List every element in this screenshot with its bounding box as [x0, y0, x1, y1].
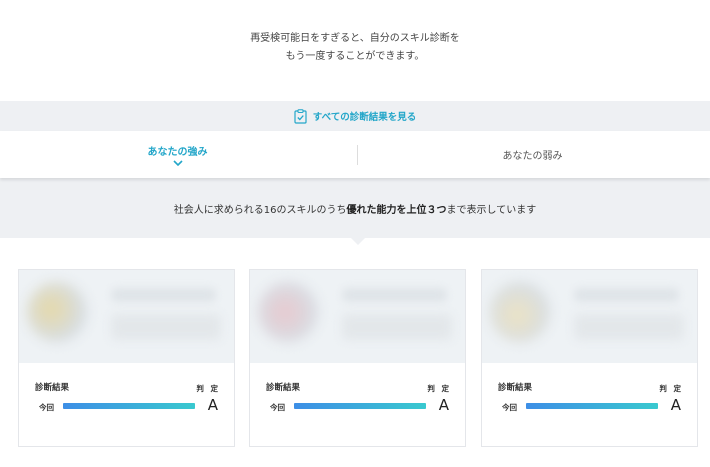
- description-bold: 優れた能力を上位３つ: [346, 204, 447, 216]
- intro-text: 再受検可能日をすぎると、自分のスキル診断を もう一度することができます。: [0, 30, 710, 66]
- skill-illustration: [490, 282, 550, 342]
- skill-text-blurred: [111, 314, 221, 340]
- grade-value: A: [670, 396, 681, 414]
- now-label: 今回: [39, 403, 54, 412]
- skill-card[interactable]: 診断結果 判 定 今回 A: [249, 269, 466, 447]
- description-band: 社会人に求められる16のスキルのうち優れた能力を上位３つまで表示しています: [0, 178, 710, 238]
- strength-weakness-tabs: あなたの強み あなたの弱み: [0, 131, 710, 178]
- skill-illustration: [258, 282, 318, 342]
- skill-text-blurred: [342, 314, 452, 340]
- grade-value: A: [438, 396, 449, 414]
- result-bar-fill: [63, 403, 195, 409]
- description-text: 社会人に求められる16のスキルのうち優れた能力を上位３つまで表示しています: [174, 201, 536, 216]
- judge-label: 判 定: [659, 384, 683, 393]
- skill-card-image: [19, 270, 234, 363]
- tab-strengths[interactable]: あなたの強み: [0, 131, 355, 178]
- result-bar: [294, 403, 426, 409]
- result-bar-fill: [294, 403, 426, 409]
- skill-card-image: [482, 270, 697, 363]
- now-label: 今回: [502, 403, 517, 412]
- skill-title-blurred: [111, 288, 216, 302]
- clipboard-check-icon: [294, 108, 307, 124]
- skill-text-blurred: [574, 314, 684, 340]
- tab-weaknesses[interactable]: あなたの弱み: [355, 131, 710, 178]
- skill-title-blurred: [342, 288, 447, 302]
- skill-card[interactable]: 診断結果 判 定 今回 A: [18, 269, 235, 447]
- now-label: 今回: [270, 403, 285, 412]
- tab-weaknesses-label: あなたの弱み: [502, 151, 563, 162]
- skill-card-image: [250, 270, 465, 363]
- description-post: まで表示しています: [446, 204, 537, 216]
- result-label: 診断結果: [498, 383, 533, 393]
- all-results-link[interactable]: すべての診断結果を見る: [294, 108, 417, 124]
- skill-card[interactable]: 診断結果 判 定 今回 A: [481, 269, 698, 447]
- all-results-bar: すべての診断結果を見る: [0, 101, 710, 131]
- grade-value: A: [207, 396, 218, 414]
- tab-strengths-label: あなたの強み: [147, 147, 208, 158]
- result-label: 診断結果: [266, 383, 301, 393]
- skill-illustration: [27, 282, 87, 342]
- intro-line-1: 再受検可能日をすぎると、自分のスキル診断を: [250, 33, 460, 44]
- judge-label: 判 定: [427, 384, 451, 393]
- judge-label: 判 定: [196, 384, 220, 393]
- description-pointer: [351, 238, 365, 245]
- result-bar: [526, 403, 658, 409]
- result-bar: [63, 403, 195, 409]
- intro-line-2: もう一度することができます。: [285, 51, 425, 62]
- result-bar-fill: [526, 403, 658, 409]
- description-pre: 社会人に求められる16のスキルのうち: [173, 204, 347, 216]
- all-results-label: すべての診断結果を見る: [312, 112, 417, 123]
- chevron-down-icon: [172, 160, 183, 166]
- result-label: 診断結果: [35, 383, 70, 393]
- skill-cards: 診断結果 判 定 今回 A 診断結果 判 定 今回 A 診断結果 判 定 今回: [18, 269, 698, 449]
- skill-title-blurred: [574, 288, 679, 302]
